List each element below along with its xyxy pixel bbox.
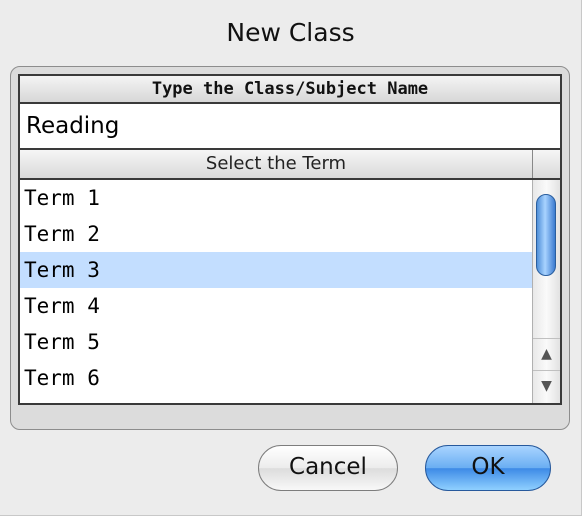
term-list-scrollbar[interactable]: ▲ ▼ (532, 180, 560, 403)
form-panel: Type the Class/Subject Name Reading Sele… (10, 66, 570, 430)
term-list-header: Select the Term (18, 148, 562, 180)
term-list-item[interactable]: Term 4 (20, 288, 532, 324)
cancel-button[interactable]: Cancel (258, 445, 398, 491)
scroll-down-arrow-icon[interactable]: ▼ (533, 370, 560, 400)
class-name-input[interactable]: Reading (18, 104, 562, 148)
term-list-item[interactable]: Term 1 (20, 180, 532, 216)
scroll-up-arrow-icon[interactable]: ▲ (533, 338, 560, 368)
class-name-header: Type the Class/Subject Name (18, 74, 562, 104)
term-list-item[interactable]: Term 5 (20, 324, 532, 360)
term-list-item[interactable]: Term 2 (20, 216, 532, 252)
term-list-header-label: Select the Term (205, 153, 347, 174)
dialog-title: New Class (226, 18, 355, 47)
ok-button[interactable]: OK (425, 445, 551, 491)
new-class-dialog: New Class Type the Class/Subject Name Re… (0, 0, 582, 516)
header-divider (532, 150, 533, 178)
scrollbar-thumb[interactable] (536, 194, 556, 276)
term-list-item[interactable]: Term 6 (20, 360, 532, 396)
term-list-item-selected[interactable]: Term 3 (20, 252, 532, 288)
term-list[interactable]: Term 1 Term 2 Term 3 Term 4 Term 5 Term … (18, 180, 562, 405)
